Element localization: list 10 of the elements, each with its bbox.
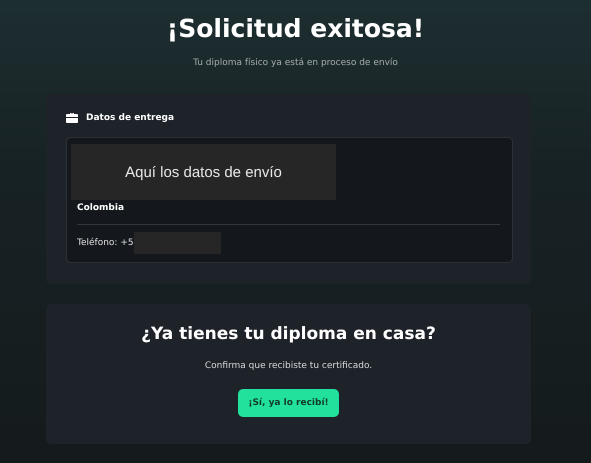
- country-text: Colombia: [77, 203, 126, 213]
- page-title: ¡Solicitud exitosa!: [166, 13, 424, 45]
- confirm-heading: ¿Ya tienes tu diploma en casa?: [141, 324, 436, 344]
- section-title: Datos de entrega: [86, 112, 174, 122]
- address-note: Aquí los datos de envío: [125, 164, 282, 180]
- confirm-button[interactable]: ¡Sí, ya lo recibí!: [238, 389, 339, 417]
- phone-text: Teléfono: +5: [77, 238, 134, 248]
- confirm-text: Confirma que recibiste tu certificado.: [204, 361, 372, 371]
- briefcase-icon: [66, 112, 78, 123]
- subtitle: Tu diploma físico ya está en proceso de envío: [193, 58, 398, 68]
